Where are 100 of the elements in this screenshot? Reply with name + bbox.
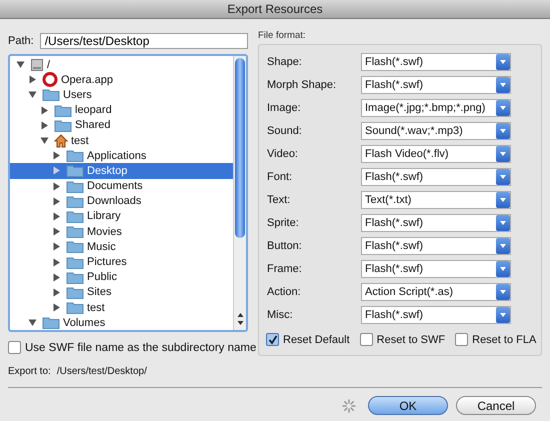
scrollbar[interactable] (233, 56, 246, 330)
folder-icon (66, 286, 84, 299)
disclosure-triangle-icon[interactable] (52, 182, 61, 191)
house-icon (54, 134, 68, 148)
folder-icon (66, 164, 84, 178)
tree-item[interactable]: Downloads (10, 194, 233, 209)
disclosure-triangle-icon[interactable] (40, 120, 49, 130)
folder-icon (66, 225, 84, 238)
disclosure-triangle-icon[interactable] (40, 106, 49, 115)
folder-icon (66, 210, 84, 223)
cancel-button[interactable]: Cancel (456, 396, 536, 415)
disclosure-triangle-icon[interactable] (52, 258, 61, 267)
format-label: Image: (267, 102, 302, 114)
disclosure-triangle-icon[interactable] (28, 90, 37, 100)
tree-item[interactable]: Applications (10, 148, 233, 164)
format-dropdown[interactable]: Flash(*.swf) (361, 237, 511, 255)
folder-icon (66, 256, 84, 269)
folder-icon (66, 194, 84, 208)
tree-item[interactable]: Library (10, 208, 233, 224)
format-dropdown[interactable]: Flash(*.swf) (361, 260, 511, 278)
format-dropdown[interactable]: Action Script(*.as) (361, 283, 511, 301)
tree-item[interactable]: Users (10, 87, 233, 103)
tree-item[interactable]: Documents (10, 178, 233, 194)
disclosure-triangle-icon[interactable] (52, 288, 61, 297)
format-label: Font: (267, 171, 294, 183)
checkbox-label: Reset to FLA (472, 334, 536, 346)
format-label: Frame: (267, 263, 303, 275)
path-field[interactable]: /Users/test/Desktop (40, 33, 248, 49)
format-label: Misc: (267, 309, 294, 321)
tree-item[interactable]: Public (10, 270, 233, 285)
format-label: Action: (267, 286, 302, 298)
path-label: Path: (8, 35, 34, 47)
caret-icon[interactable] (496, 261, 510, 277)
folder-icon (42, 316, 60, 330)
folder-icon (54, 118, 72, 132)
tree-item[interactable]: Shared (10, 118, 233, 133)
tree-item[interactable]: test (10, 132, 233, 148)
ok-button[interactable]: OK (368, 396, 448, 415)
disclosure-triangle-icon[interactable] (40, 136, 49, 146)
format-dropdown[interactable]: Flash Video(*.flv) (361, 145, 511, 163)
format-dropdown[interactable]: Image(*.jpg;*.bmp;*.png) (361, 99, 511, 117)
disclosure-triangle-icon[interactable] (52, 227, 61, 236)
disclosure-triangle-icon[interactable] (16, 60, 25, 70)
disclosure-triangle-icon[interactable] (52, 272, 61, 282)
checkbox-label: Reset to SWF (376, 334, 446, 346)
disclosure-triangle-icon[interactable] (52, 212, 61, 221)
checkbox[interactable] (266, 333, 279, 346)
caret-icon[interactable] (496, 215, 510, 231)
caret-icon[interactable] (496, 54, 510, 70)
format-dropdown[interactable]: Flash(*.swf) (361, 76, 511, 94)
export-path: /Users/test/Desktop/ (56, 366, 147, 377)
tree-item[interactable]: / (10, 57, 233, 72)
checkbox-label: Reset Default (283, 334, 350, 346)
caret-icon[interactable] (496, 77, 510, 93)
format-label: Button: (267, 240, 303, 252)
format-label: Sound: (267, 125, 303, 137)
folder-icon (66, 270, 84, 284)
format-dropdown[interactable]: Flash(*.swf) (361, 168, 511, 186)
format-dropdown[interactable]: Flash(*.swf) (361, 53, 511, 71)
caret-icon[interactable] (496, 284, 510, 300)
caret-icon[interactable] (496, 192, 510, 208)
tree-item[interactable]: leopard (10, 102, 233, 118)
tree-item[interactable]: Desktop (10, 163, 233, 178)
tree-item[interactable]: Opera.app (10, 72, 233, 88)
group-title: File format: (258, 30, 307, 41)
tree-item[interactable]: Volumes (10, 315, 233, 330)
disclosure-triangle-icon[interactable] (52, 242, 61, 252)
window-title: Export Resources (227, 2, 323, 16)
caret-icon[interactable] (496, 169, 510, 185)
tree-item[interactable]: test (10, 300, 233, 316)
export-to-label: Export to: (8, 366, 51, 377)
disclosure-triangle-icon[interactable] (52, 303, 61, 312)
tree-item[interactable]: Sites (10, 284, 233, 300)
checkbox[interactable] (360, 333, 373, 346)
ring-icon (42, 72, 58, 88)
tree-item[interactable]: Pictures (10, 254, 233, 270)
caret-icon[interactable] (496, 100, 510, 116)
format-dropdown[interactable]: Flash(*.swf) (361, 306, 511, 324)
folder-icon (42, 88, 60, 102)
checkbox[interactable] (8, 341, 21, 354)
disclosure-triangle-icon[interactable] (28, 75, 37, 84)
format-label: Video: (267, 148, 299, 160)
caret-icon[interactable] (496, 123, 510, 139)
checkbox-label: Use SWF file name as the subdirectory name (25, 342, 256, 354)
format-dropdown[interactable]: Flash(*.swf) (361, 214, 511, 232)
format-label: Text: (267, 194, 292, 206)
checkbox[interactable] (455, 333, 468, 346)
caret-icon[interactable] (496, 238, 510, 254)
tree-item[interactable]: Movies (10, 224, 233, 240)
format-dropdown[interactable]: Text(*.txt) (361, 191, 511, 209)
format-label: Morph Shape: (267, 79, 338, 91)
format-dropdown[interactable]: Sound(*.wav;*.mp3) (361, 122, 511, 140)
caret-icon[interactable] (496, 307, 510, 323)
disclosure-triangle-icon[interactable] (28, 318, 37, 328)
folder-icon (54, 104, 72, 117)
caret-icon[interactable] (496, 146, 510, 162)
scroll-thumb[interactable] (235, 58, 245, 238)
disclosure-triangle-icon[interactable] (52, 196, 61, 206)
disclosure-triangle-icon[interactable] (52, 151, 61, 160)
tree-item[interactable]: Music (10, 239, 233, 254)
